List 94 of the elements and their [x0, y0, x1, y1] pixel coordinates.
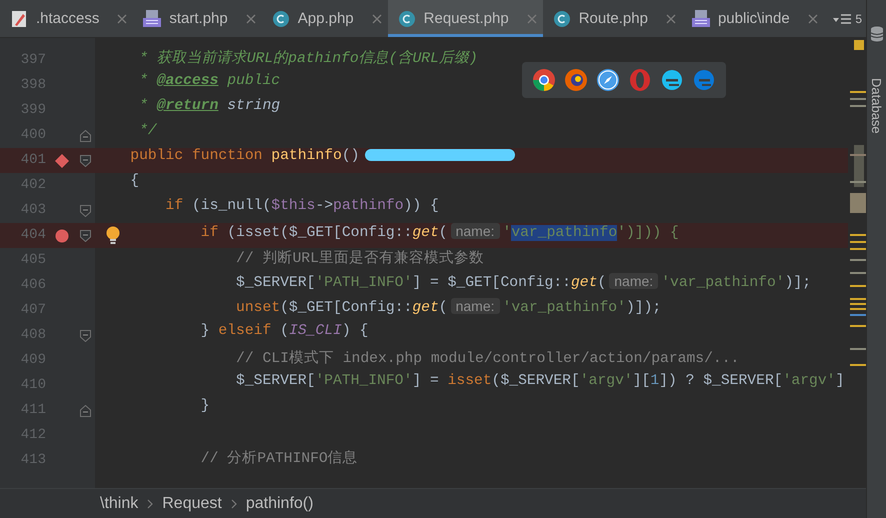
- code-token: (): [342, 148, 360, 164]
- code-token: )];: [784, 275, 812, 291]
- php-file-icon: [143, 10, 162, 28]
- code-token: 'argv': [580, 373, 633, 389]
- code-token: 'var_pathinfo': [661, 275, 785, 291]
- parameter-hint: name:: [609, 273, 658, 289]
- code-token: unset: [236, 300, 280, 316]
- code-token: */: [139, 123, 157, 139]
- code-token: }: [200, 398, 210, 414]
- chevron-icon: [230, 498, 238, 510]
- code-token: }: [200, 323, 211, 339]
- code-token: @access: [156, 73, 218, 89]
- code-token: *: [139, 73, 149, 89]
- editor-tab[interactable]: Request.php: [388, 0, 543, 37]
- editor-tab[interactable]: start.php: [133, 0, 262, 37]
- close-icon: [246, 14, 256, 24]
- code-token: IS_CLI: [288, 323, 342, 339]
- code-token: ->: [315, 198, 334, 214]
- breadcrumb-item[interactable]: \think: [100, 494, 138, 512]
- parameter-hint: name:: [450, 223, 500, 239]
- editor-tab[interactable]: App.php: [262, 0, 388, 37]
- line-number: 401: [20, 151, 46, 170]
- code-token: 'PATH_INFO': [315, 373, 412, 389]
- chevron-icon: [146, 498, 154, 510]
- code-token: ': [502, 225, 512, 241]
- chrome-icon[interactable]: [532, 68, 556, 92]
- breadcrumb-item[interactable]: pathinfo(): [246, 494, 314, 512]
- list-icon: [833, 13, 852, 25]
- close-icon: [808, 14, 818, 24]
- code-token: ]) ? $_SERVER[: [659, 373, 783, 389]
- selected-text: var_pathinfo: [511, 225, 618, 241]
- code-token: 'argv': [782, 373, 836, 389]
- database-icon[interactable]: [870, 26, 884, 42]
- close-icon: [372, 14, 382, 24]
- class-icon: [552, 10, 571, 28]
- code-token: 'PATH_INFO': [315, 275, 412, 291]
- code-token: get: [412, 225, 439, 241]
- code-token: public function: [130, 148, 264, 164]
- firefox-icon[interactable]: [564, 68, 588, 92]
- code-token: isset: [448, 373, 492, 389]
- code-token: (: [438, 225, 448, 241]
- code-token: get: [570, 275, 598, 291]
- code-token: public: [226, 73, 280, 89]
- code-token: {: [130, 173, 140, 189]
- code-token: @return: [156, 98, 218, 114]
- code-token: // 判断URL里面是否有兼容模式参数: [236, 251, 484, 267]
- class-icon: [398, 10, 416, 28]
- code-token: ) {: [342, 323, 368, 339]
- code-token: if: [166, 198, 184, 214]
- code-token: (: [438, 300, 448, 316]
- code-token: )) {: [404, 198, 439, 214]
- code-token: ($_GET[Config::: [280, 300, 412, 316]
- code-token: get: [412, 300, 439, 316]
- code-token: )]);: [626, 300, 662, 316]
- code-token: string: [226, 98, 280, 114]
- lightbulb-icon[interactable]: [105, 226, 121, 245]
- code-token: // CLI模式下 index.php module/controller/action/params/...: [236, 351, 740, 367]
- code-token: (is_null(: [192, 198, 272, 214]
- code-token: // 分析PATHINFO信息: [200, 451, 358, 467]
- php-file-icon: [692, 10, 710, 28]
- code-token: $_SERVER[: [236, 275, 316, 291]
- code-token: 1: [650, 373, 660, 389]
- close-icon: [666, 14, 676, 24]
- parameter-hint: name:: [450, 298, 500, 314]
- code-token: pathinfo: [271, 148, 342, 164]
- tab-overflow-button[interactable]: 5: [829, 0, 866, 38]
- code-token: $this: [271, 198, 316, 214]
- code-token: (: [280, 323, 289, 339]
- code-token: *: [139, 98, 149, 114]
- code-token: ]: [835, 373, 844, 389]
- code-token: if: [200, 225, 220, 241]
- side-panel-tab[interactable]: Database: [869, 78, 884, 134]
- breadcrumb-item[interactable]: Request: [162, 494, 222, 512]
- editor-tab[interactable]: Route.php: [542, 0, 682, 37]
- code-token: ][: [632, 373, 650, 389]
- editor-tab[interactable]: public\inde: [682, 0, 824, 37]
- code-token: ($_SERVER[: [492, 373, 580, 389]
- close-icon: [117, 14, 128, 24]
- code-token: pathinfo: [333, 198, 404, 214]
- code-token: (isset($_GET[Config::: [227, 225, 412, 241]
- code-token: 'var_pathinfo': [502, 300, 626, 316]
- code-token: elseif: [218, 323, 272, 339]
- code-token: $_SERVER[: [236, 373, 316, 389]
- code-token: ')])) {: [617, 225, 679, 241]
- editor-tab[interactable]: .htaccess: [0, 0, 134, 37]
- code-token: ] = $_GET[Config::: [412, 275, 571, 291]
- line-number: 404: [20, 226, 46, 245]
- code-token: (: [597, 275, 606, 291]
- code-token: * 获取当前请求URL的pathinfo信息(含URL后缀): [139, 51, 478, 67]
- code-token: ] =: [412, 373, 440, 389]
- file-icon: [10, 10, 28, 28]
- class-icon: [272, 10, 290, 28]
- close-icon: [526, 14, 537, 24]
- compass-icon[interactable]: [596, 68, 620, 92]
